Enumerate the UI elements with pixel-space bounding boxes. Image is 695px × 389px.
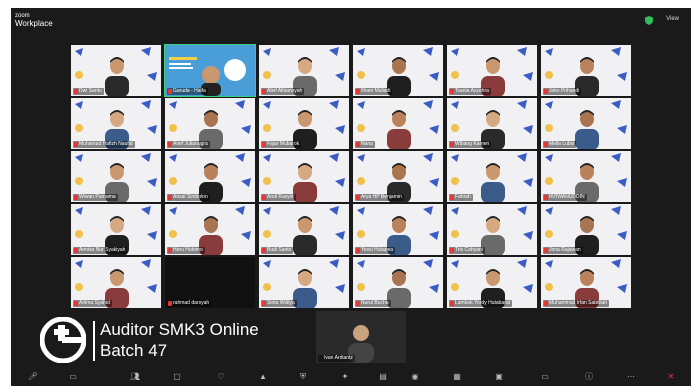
participant-tile[interactable]: Lambok Yordy Hutabarat	[447, 257, 537, 308]
participant-name: Sinta Widiya	[261, 300, 297, 307]
participants-icon[interactable]: 👥︎	[129, 372, 141, 382]
participant-tile[interactable]: Muhammad Irfan Sabililah	[541, 257, 631, 308]
participant-name: Fahrah	[449, 194, 473, 201]
participant-tile[interactable]: Nurul Bucha	[353, 257, 443, 308]
participant-tile[interactable]: Tris Cahyani	[447, 204, 537, 255]
info-icon[interactable]: ⓘ	[583, 372, 595, 382]
participant-name: Alief Albiansyah	[261, 88, 305, 95]
participant-tile[interactable]: Heru Hutomo	[165, 204, 255, 255]
participant-name: Mella Lubis	[543, 141, 577, 148]
participant-tile[interactable]: IKHWANUDDIN	[541, 151, 631, 202]
shield-icon	[645, 16, 653, 25]
participant-name: Budi Santo	[261, 247, 294, 254]
notes-icon[interactable]: ▣	[493, 372, 505, 382]
participant-name: Annisa Nur Syakiyah	[73, 247, 128, 254]
company-logo-icon	[40, 317, 86, 363]
participant-silhouette-icon	[575, 110, 599, 149]
participant-name: Garuda - Haifa	[167, 88, 208, 95]
participant-tile[interactable]: Alief Albiansyah	[259, 45, 349, 96]
meeting-toolbar: 🎤︎ ▭ 👥︎ ▢ ♡ ▲ ⛨ ✦ ▤ ◉ ▦ ▣ ▭ ⓘ ⋯ ✕	[11, 368, 691, 386]
participant-tile[interactable]: Andi Rasyid	[259, 151, 349, 202]
chat-icon[interactable]: ▢	[171, 372, 183, 382]
participant-tile[interactable]: Joko Prihandi	[541, 45, 631, 96]
reactions-icon[interactable]: ♡	[215, 372, 227, 382]
participant-name: Dwi Santo	[73, 88, 104, 95]
gallery-grid: Dwi Santo Garuda - Haifa Alief Albiansyah I…	[71, 44, 631, 308]
participant-tile[interactable]: Fajar Mubarok	[259, 98, 349, 149]
participant-name: Ivan Ardiantz	[318, 355, 355, 362]
participant-tile[interactable]: Dwi Santo	[71, 45, 161, 96]
participant-name: Yessi Hutapea	[355, 247, 396, 254]
participant-tile[interactable]: Sinta Widiya	[259, 257, 349, 308]
participant-silhouette-icon	[481, 163, 505, 202]
participant-name: Arief Julianugra	[167, 141, 210, 148]
event-title: Auditor SMK3 Online	[100, 320, 259, 339]
participant-tile[interactable]: Arya HP Benjamin	[353, 151, 443, 202]
participant-name: Andi Rasyid	[261, 194, 296, 201]
view-button[interactable]: View	[666, 16, 679, 22]
brand-bottom: Workplace	[15, 19, 53, 28]
participant-name: Wiwan Purnama	[73, 194, 118, 201]
zoom-logo: zoom Workplace	[15, 12, 53, 28]
microphone-icon[interactable]: 🎤︎	[27, 372, 39, 382]
participant-tile[interactable]: Garuda - Haifa	[164, 44, 256, 97]
participant-tile[interactable]: Mella Lubis	[541, 98, 631, 149]
participant-name: Joko Prihandi	[543, 88, 582, 95]
participant-tile[interactable]: Yessi Hutapea	[353, 204, 443, 255]
participant-name: Jona Rajawan	[543, 247, 583, 254]
participant-name: Arilma Syahid	[73, 300, 112, 307]
participant-tile[interactable]: Fahrah	[447, 151, 537, 202]
participant-name: Fajar Mubarok	[261, 141, 302, 148]
gallery-icon[interactable]: ▦	[451, 372, 463, 382]
share-screen-icon[interactable]: ▲	[257, 372, 269, 382]
participant-tile[interactable]: Arief Julianugra	[165, 98, 255, 149]
participant-tile[interactable]: Wibang Kamen	[447, 98, 537, 149]
participant-name: Heru Hutomo	[167, 247, 205, 254]
participant-tile[interactable]: Jona Rajawan	[541, 204, 631, 255]
participant-name: Muhamad Hafizh Naufal	[73, 141, 135, 148]
participant-tile[interactable]: Budi Santo	[259, 204, 349, 255]
top-bar: zoom Workplace View	[11, 8, 691, 32]
participant-name: rahmad darsyah	[167, 300, 212, 307]
record-icon[interactable]: ◉	[409, 372, 421, 382]
participant-name: Ilham Muliadi	[355, 88, 393, 95]
participant-tile[interactable]: Arilma Syahid	[71, 257, 161, 308]
more-icon[interactable]: ⋯	[625, 372, 637, 382]
participant-name: Arisal Simbolon	[167, 194, 210, 201]
security-icon[interactable]: ⛨	[297, 372, 309, 382]
logo-divider	[93, 321, 95, 361]
participant-name: Lambok Yordy Hutabarat	[449, 300, 513, 307]
participant-silhouette-icon	[387, 269, 411, 308]
event-logo-overlay: Auditor SMK3 Online Batch 47	[40, 317, 310, 367]
whiteboard-icon[interactable]: ▤	[377, 372, 389, 382]
participant-tile[interactable]: rahmad darsyah	[165, 257, 255, 308]
participant-name: Nana	[355, 141, 375, 148]
participant-name: Muhammad Irfan Sabililah	[543, 300, 610, 307]
participant-silhouette-icon	[387, 110, 411, 149]
participant-name: Arya HP Benjamin	[355, 194, 404, 201]
participant-name: Tsania Azzahra	[449, 88, 491, 95]
leave-icon[interactable]: ✕	[665, 372, 677, 382]
participant-name: Nurul Bucha	[355, 300, 391, 307]
participant-name: IKHWANUDDIN	[543, 194, 587, 201]
captions-icon[interactable]: ▭	[539, 372, 551, 382]
participant-name: Tris Cahyani	[449, 247, 485, 254]
participant-silhouette-icon	[293, 216, 317, 255]
participant-tile[interactable]: Muhamad Hafizh Naufal	[71, 98, 161, 149]
participant-tile[interactable]: Arisal Simbolon	[165, 151, 255, 202]
participant-tile[interactable]: Ilham Muliadi	[353, 45, 443, 96]
participant-silhouette-icon	[105, 57, 129, 96]
participant-tile-last[interactable]: Ivan Ardiantz	[316, 311, 406, 363]
participant-tile[interactable]: Nana	[353, 98, 443, 149]
participant-tile[interactable]: Annisa Nur Syakiyah	[71, 204, 161, 255]
event-subtitle: Batch 47	[100, 341, 168, 360]
participant-name: Wibang Kamen	[449, 141, 492, 148]
video-camera-icon[interactable]: ▭	[67, 372, 79, 382]
apps-icon[interactable]: ✦	[339, 372, 351, 382]
participant-tile[interactable]: Tsania Azzahra	[447, 45, 537, 96]
participant-tile[interactable]: Wiwan Purnama	[71, 151, 161, 202]
participant-silhouette-icon	[293, 163, 317, 202]
